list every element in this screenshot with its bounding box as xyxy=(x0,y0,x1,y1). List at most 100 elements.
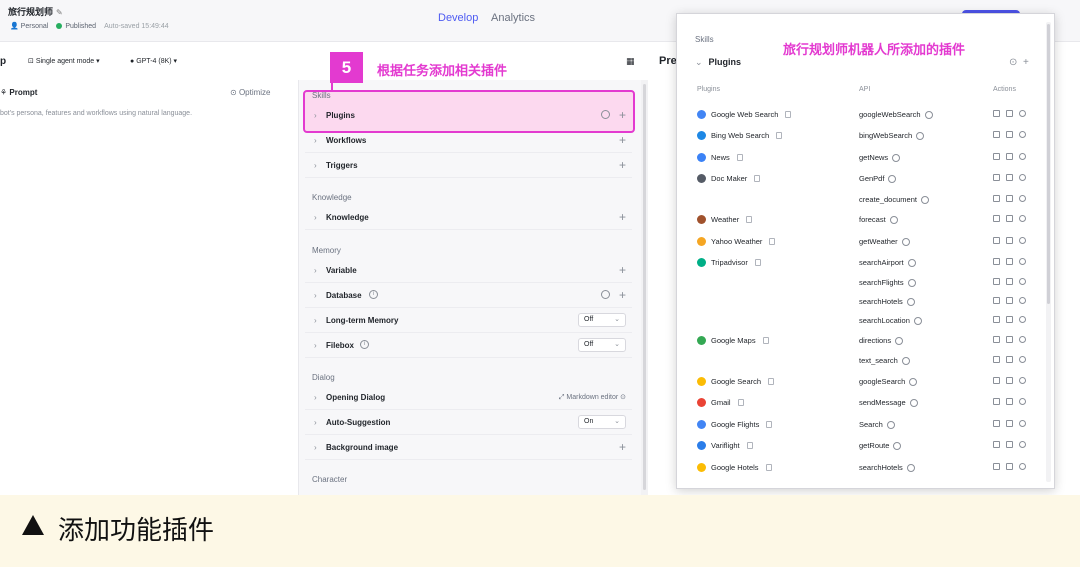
plugin-doc-icon[interactable] xyxy=(746,442,753,449)
chevron-right-icon[interactable]: › xyxy=(314,443,317,452)
remove-icon[interactable] xyxy=(1019,215,1026,222)
auto-suggestion-select[interactable]: On ⌄ xyxy=(578,415,626,429)
info-icon[interactable]: i xyxy=(360,340,369,349)
long-term-memory-select[interactable]: Off ⌄ xyxy=(578,313,626,327)
remove-icon[interactable] xyxy=(1019,153,1026,160)
add-knowledge-icon[interactable]: + xyxy=(619,210,626,224)
remove-icon[interactable] xyxy=(1019,278,1026,285)
skills-row-database[interactable]: › Database i + xyxy=(305,284,632,308)
plugin-doc-icon[interactable] xyxy=(768,378,775,385)
image-icon[interactable] xyxy=(1006,237,1013,244)
add-variable-icon[interactable]: + xyxy=(619,263,626,277)
remove-icon[interactable] xyxy=(1019,237,1026,244)
add-trigger-icon[interactable]: + xyxy=(619,158,626,172)
image-icon[interactable] xyxy=(1006,441,1013,448)
skills-row-auto-suggestion[interactable]: › Auto-Suggestion On ⌄ xyxy=(305,411,632,435)
chevron-right-icon[interactable]: › xyxy=(314,266,317,275)
remove-icon[interactable] xyxy=(1019,356,1026,363)
plugin-doc-icon[interactable] xyxy=(766,421,773,428)
copy-icon[interactable] xyxy=(993,278,1000,285)
image-icon[interactable] xyxy=(1006,195,1013,202)
remove-icon[interactable] xyxy=(1019,398,1026,405)
info-icon[interactable] xyxy=(901,356,910,365)
info-icon[interactable] xyxy=(886,420,895,429)
remove-icon[interactable] xyxy=(1019,316,1026,323)
agent-mode-select[interactable]: ⊡ Single agent mode ▾ xyxy=(28,57,100,65)
image-icon[interactable] xyxy=(1006,398,1013,405)
copy-icon[interactable] xyxy=(993,297,1000,304)
info-icon[interactable] xyxy=(909,377,918,386)
copy-icon[interactable] xyxy=(993,131,1000,138)
chevron-right-icon[interactable]: › xyxy=(314,136,317,145)
add-workflow-icon[interactable]: + xyxy=(619,133,626,147)
filebox-select[interactable]: Off ⌄ xyxy=(578,338,626,352)
copy-icon[interactable] xyxy=(993,153,1000,160)
image-icon[interactable] xyxy=(1006,356,1013,363)
markdown-editor-button[interactable]: ⤢ Markdown editor ⊙ xyxy=(559,393,626,402)
skills-row-background-image[interactable]: › Background image + xyxy=(305,436,632,460)
plugin-doc-icon[interactable] xyxy=(754,175,761,182)
optimize-button[interactable]: ⊙ Optimize xyxy=(230,88,271,97)
image-icon[interactable] xyxy=(1006,316,1013,323)
info-icon[interactable] xyxy=(907,278,916,287)
plugin-doc-icon[interactable] xyxy=(776,132,783,139)
plugin-doc-icon[interactable] xyxy=(736,154,743,161)
copy-icon[interactable] xyxy=(993,356,1000,363)
remove-icon[interactable] xyxy=(1019,258,1026,265)
copy-icon[interactable] xyxy=(993,336,1000,343)
copy-icon[interactable] xyxy=(993,215,1000,222)
layout-grid-icon[interactable]: ▦ xyxy=(626,56,635,67)
image-icon[interactable] xyxy=(1006,215,1013,222)
skills-row-workflows[interactable]: › Workflows + xyxy=(305,129,632,153)
copy-icon[interactable] xyxy=(993,420,1000,427)
plugin-doc-icon[interactable] xyxy=(762,337,769,344)
model-select[interactable]: ● GPT-4 (8K) ▾ xyxy=(130,57,177,65)
info-icon[interactable] xyxy=(909,398,918,407)
remove-icon[interactable] xyxy=(1019,441,1026,448)
add-plugin-icon[interactable]: + xyxy=(619,108,626,122)
tab-analytics[interactable]: Analytics xyxy=(491,12,535,24)
image-icon[interactable] xyxy=(1006,110,1013,117)
info-icon[interactable] xyxy=(893,441,902,450)
remove-icon[interactable] xyxy=(1019,174,1026,181)
copy-icon[interactable] xyxy=(993,316,1000,323)
image-icon[interactable] xyxy=(1006,131,1013,138)
info-icon[interactable] xyxy=(906,297,915,306)
copy-icon[interactable] xyxy=(993,110,1000,117)
chevron-right-icon[interactable]: › xyxy=(314,393,317,402)
remove-icon[interactable] xyxy=(1019,195,1026,202)
plugin-doc-icon[interactable] xyxy=(754,259,761,266)
skills-row-knowledge[interactable]: › Knowledge + xyxy=(305,206,632,230)
skills-row-plugins[interactable]: › Plugins + xyxy=(305,104,632,128)
chevron-right-icon[interactable]: › xyxy=(314,161,317,170)
skills-row-opening-dialog[interactable]: › Opening Dialog ⤢ Markdown editor ⊙ xyxy=(305,386,632,410)
plugin-doc-icon[interactable] xyxy=(785,111,792,118)
skills-row-filebox[interactable]: › Filebox i Off ⌄ xyxy=(305,334,632,358)
chevron-right-icon[interactable]: › xyxy=(314,291,317,300)
skills-scrollbar-thumb[interactable] xyxy=(643,84,646,490)
edit-icon[interactable]: ✎ xyxy=(56,8,63,17)
info-icon[interactable] xyxy=(895,336,904,345)
remove-icon[interactable] xyxy=(1019,297,1026,304)
info-icon[interactable] xyxy=(907,258,916,267)
remove-icon[interactable] xyxy=(1019,420,1026,427)
remove-icon[interactable] xyxy=(1019,463,1026,470)
info-icon[interactable] xyxy=(916,131,925,140)
plugin-doc-icon[interactable] xyxy=(765,464,772,471)
add-plugin-icon[interactable]: + xyxy=(1023,57,1029,68)
auto-add-icon[interactable] xyxy=(601,290,610,299)
auto-add-icon[interactable]: ⊙ xyxy=(1009,57,1017,68)
add-database-icon[interactable]: + xyxy=(619,288,626,302)
skills-row-long-term-memory[interactable]: › Long-term Memory Off ⌄ xyxy=(305,309,632,333)
copy-icon[interactable] xyxy=(993,258,1000,265)
chevron-right-icon[interactable]: › xyxy=(314,316,317,325)
image-icon[interactable] xyxy=(1006,174,1013,181)
image-icon[interactable] xyxy=(1006,153,1013,160)
image-icon[interactable] xyxy=(1006,336,1013,343)
image-icon[interactable] xyxy=(1006,297,1013,304)
image-icon[interactable] xyxy=(1006,377,1013,384)
image-icon[interactable] xyxy=(1006,258,1013,265)
info-icon[interactable] xyxy=(892,153,901,162)
chevron-right-icon[interactable]: › xyxy=(314,341,317,350)
skills-row-variable[interactable]: › Variable + xyxy=(305,259,632,283)
